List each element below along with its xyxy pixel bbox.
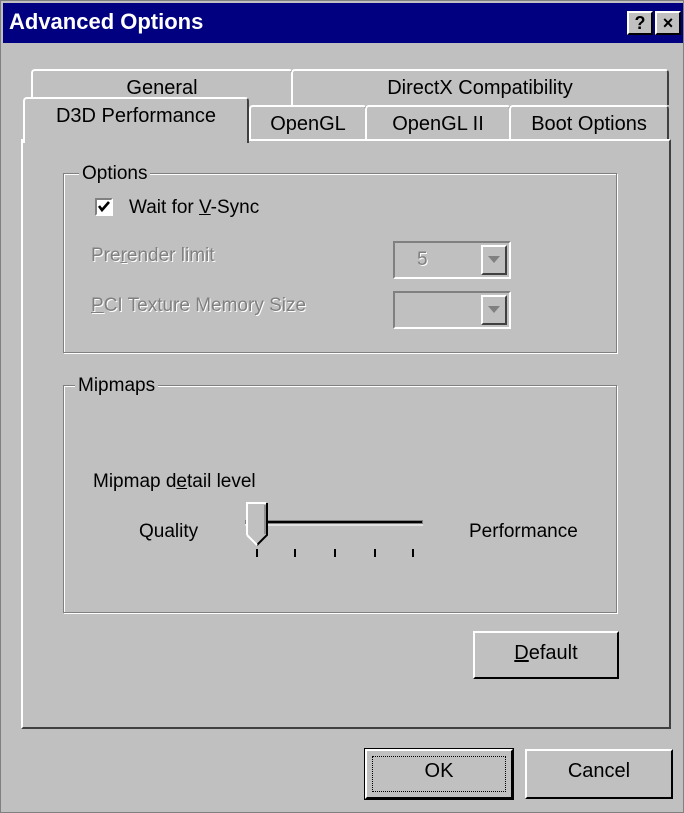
tab-label: OpenGL II [392, 113, 484, 135]
dropdown-button[interactable] [481, 295, 507, 325]
help-icon: ? [634, 13, 646, 33]
mipmap-slider[interactable] [241, 501, 431, 565]
slider-tick [334, 549, 336, 557]
dropdown-button[interactable] [481, 245, 507, 275]
label-part: tail level [187, 471, 256, 492]
slider-tick [256, 549, 258, 557]
tab-label: OpenGL [270, 113, 346, 135]
slider-thumb[interactable] [246, 502, 268, 546]
chevron-down-icon [488, 256, 500, 263]
label-accel: P [91, 295, 104, 316]
ok-button[interactable]: OK [364, 748, 514, 800]
tab-label: DirectX Compatibility [387, 77, 573, 99]
prerender-limit-label: Prerender limit [91, 245, 215, 267]
cancel-button[interactable]: Cancel [525, 749, 673, 799]
label-accel: e [176, 471, 187, 492]
default-button[interactable]: Default [473, 631, 619, 679]
tab-label: Boot Options [531, 113, 647, 135]
prerender-limit-value: 5 [417, 249, 428, 270]
wait-vsync-checkbox[interactable] [95, 198, 113, 216]
slider-ticks [256, 549, 414, 557]
slider-tick [294, 549, 296, 557]
label-accel: V [199, 197, 211, 218]
tab-boot-options[interactable]: Boot Options [509, 105, 669, 141]
ok-button-label: OK [424, 760, 454, 782]
tab-label: General [126, 77, 198, 99]
help-button[interactable]: ? [627, 11, 653, 35]
wait-vsync-label[interactable]: Wait for V-Sync [129, 197, 259, 219]
performance-label: Performance [469, 521, 578, 542]
slider-track-inner [246, 521, 422, 523]
default-button-label: Default [514, 642, 577, 664]
quality-label: Quality [139, 521, 199, 542]
close-icon: × [662, 13, 674, 33]
tab-d3d-performance[interactable]: D3D Performance [23, 97, 249, 143]
tab-opengl-ii[interactable]: OpenGL II [365, 105, 511, 141]
mipmaps-legend: Mipmaps [75, 375, 159, 397]
label-part: Wait for [129, 197, 200, 218]
mipmap-detail-level-label: Mipmap detail level [93, 471, 256, 493]
close-button[interactable]: × [655, 11, 681, 35]
label-part: efault [528, 642, 578, 664]
label-part: CI Texture Memory Size [103, 295, 307, 316]
prerender-limit-select[interactable]: 5 [393, 241, 511, 279]
label-part: -Sync [210, 197, 260, 218]
title-bar[interactable]: Advanced Options ? × [3, 3, 683, 43]
mipmaps-group [63, 385, 617, 613]
label-part: Pre [91, 245, 121, 266]
pci-texture-memory-select[interactable] [393, 291, 511, 329]
slider-tick [412, 549, 414, 557]
cancel-button-label: Cancel [567, 760, 631, 782]
advanced-options-dialog: Advanced Options ? × General DirectX Com… [0, 0, 684, 813]
label-part: ender limit [126, 245, 215, 266]
tab-opengl[interactable]: OpenGL [249, 105, 367, 141]
label-accel: D [514, 642, 529, 664]
slider-tick [374, 549, 376, 557]
options-legend: Options [79, 163, 151, 185]
tab-label: D3D Performance [55, 105, 217, 127]
window-title: Advanced Options [9, 9, 204, 34]
label-part: Mipmap d [93, 471, 177, 492]
pci-texture-memory-label: PCI Texture Memory Size [91, 295, 306, 317]
checkmark-icon [97, 201, 110, 213]
chevron-down-icon [488, 306, 500, 313]
tab-directx-compatibility[interactable]: DirectX Compatibility [291, 69, 669, 105]
